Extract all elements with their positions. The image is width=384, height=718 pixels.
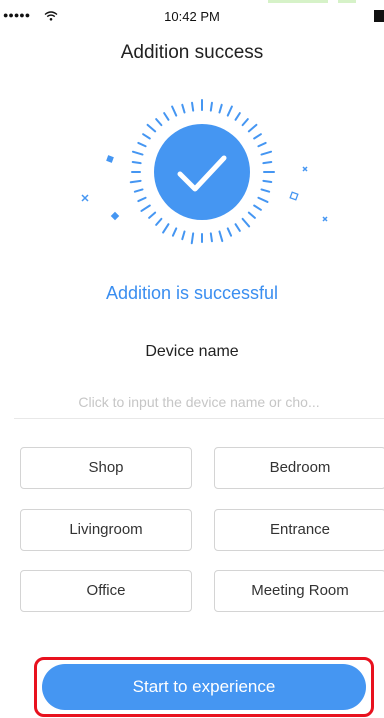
ring-tick	[257, 196, 269, 203]
device-option-bedroom[interactable]: Bedroom	[214, 447, 384, 489]
ring-tick	[181, 103, 186, 114]
ring-tick	[148, 211, 157, 219]
sparkle-decoration	[289, 191, 299, 201]
device-option-office[interactable]: Office	[20, 570, 192, 612]
ring-tick	[191, 101, 195, 112]
ring-tick	[226, 105, 233, 117]
success-circle	[154, 124, 250, 220]
device-name-input[interactable]	[14, 386, 384, 419]
success-check-icon	[81, 99, 328, 245]
ring-tick	[131, 150, 144, 156]
ring-tick	[234, 112, 241, 121]
ring-tick	[155, 217, 163, 226]
ring-tick	[181, 230, 186, 241]
sparkle-decoration	[110, 211, 120, 221]
ring-tick	[253, 204, 262, 211]
sparkle-decoration	[302, 166, 308, 172]
sparkle-decoration	[81, 194, 89, 202]
ring-tick	[241, 217, 251, 228]
ring-tick	[209, 101, 213, 112]
ring-tick	[247, 211, 256, 219]
ring-tick	[129, 179, 142, 184]
start-to-experience-button[interactable]: Start to experience	[42, 664, 366, 710]
ring-tick	[257, 141, 267, 148]
device-option-livingroom[interactable]: Livingroom	[20, 509, 192, 551]
ring-tick	[131, 161, 142, 165]
ring-tick	[133, 188, 144, 193]
ring-tick	[171, 105, 178, 117]
ring-tick	[155, 118, 163, 127]
device-option-shop[interactable]: Shop	[20, 447, 192, 489]
ring-tick	[171, 227, 178, 237]
ring-tick	[247, 123, 258, 133]
page-title: Addition success	[120, 42, 264, 63]
ring-tick	[146, 123, 157, 133]
success-message: Addition is successful	[105, 283, 279, 303]
ring-tick	[218, 230, 224, 243]
status-bar: ●●●●● 10:42 PM	[0, 0, 384, 34]
ring-tick	[253, 133, 262, 140]
ring-tick	[234, 223, 241, 232]
device-name-label: Device name	[145, 343, 239, 360]
battery-icon	[374, 10, 384, 22]
ring-tick	[226, 227, 233, 237]
device-option-meeting-room[interactable]: Meeting Room	[214, 570, 384, 612]
ring-tick	[209, 232, 213, 243]
ring-tick	[190, 232, 195, 245]
ring-tick	[260, 188, 271, 193]
sparkle-decoration	[322, 216, 328, 222]
status-indicator	[338, 0, 356, 3]
ring-tick	[262, 161, 273, 165]
device-option-entrance[interactable]: Entrance	[214, 509, 384, 551]
ring-tick	[262, 179, 273, 183]
status-indicator	[268, 0, 328, 3]
ring-tick	[260, 150, 273, 156]
ring-tick	[140, 204, 151, 212]
ring-tick	[218, 103, 223, 114]
status-time: 10:42 PM	[164, 9, 220, 24]
sparkle-decoration	[106, 155, 114, 163]
ring-tick	[142, 133, 151, 140]
ring-tick	[137, 196, 147, 203]
ring-tick	[241, 118, 249, 127]
ring-tick	[137, 141, 147, 148]
ring-tick	[162, 223, 170, 234]
ring-tick	[163, 112, 170, 121]
